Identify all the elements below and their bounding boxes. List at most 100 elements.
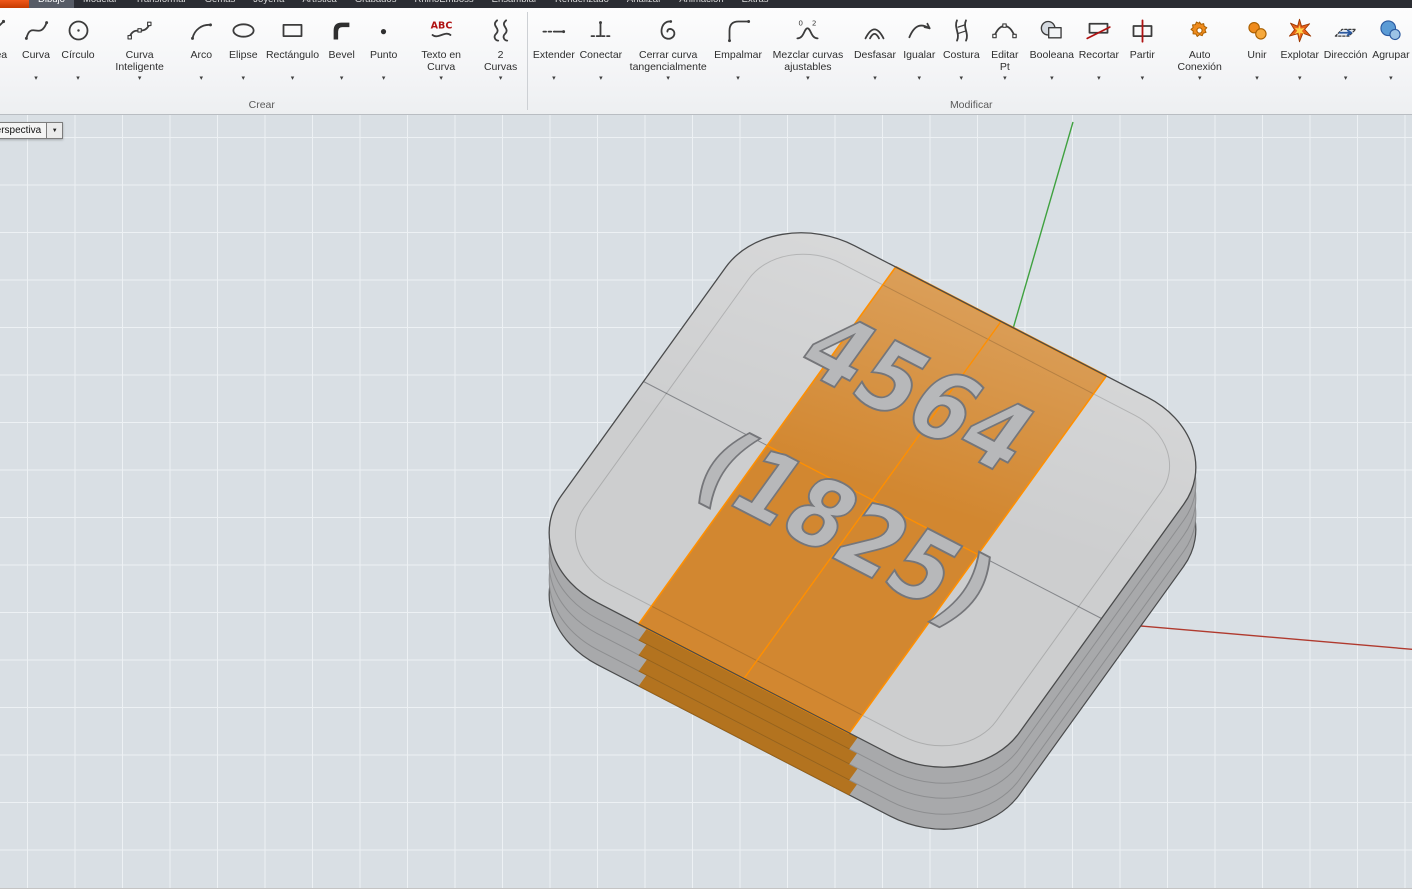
tool-recortar[interactable]: Recortar ▾ (1076, 11, 1121, 85)
chevron-down-icon[interactable]: ▾ (1255, 74, 1259, 85)
chevron-down-icon[interactable]: ▾ (1141, 74, 1145, 85)
menu-tab-ensamblar[interactable]: Ensamblar (483, 0, 546, 8)
tool-elipse[interactable]: Elipse ▾ (222, 11, 264, 85)
tool-texto-en-curva[interactable]: ABC Texto en Curva ▾ (405, 11, 478, 85)
chevron-down-icon[interactable]: ▾ (552, 74, 556, 85)
chevron-down-icon[interactable]: ▾ (1097, 74, 1101, 85)
chevron-down-icon[interactable]: ▾ (736, 74, 740, 85)
svg-text:ABC: ABC (430, 20, 452, 31)
tool-costura[interactable]: Costura ▾ (940, 11, 982, 85)
chevron-down-icon[interactable]: ▾ (499, 74, 503, 85)
tool-cerrar-curva-tangencialmente[interactable]: Cerrar curva tangencialmente ▾ (625, 11, 712, 85)
text-on-curve-icon: ABC (428, 11, 455, 49)
tool-label: Rectángulo (265, 49, 320, 61)
tool-agrupar[interactable]: Agrupar ▾ (1370, 11, 1412, 85)
tool-curva-inteligente[interactable]: Curva Inteligente ▾ (99, 11, 180, 85)
menu-tab-grabados[interactable]: Grabados (346, 0, 406, 8)
menu-tab-joyeria[interactable]: Joyería (244, 0, 293, 8)
tool-partir[interactable]: Partir ▾ (1121, 11, 1163, 85)
chevron-down-icon[interactable]: ▾ (1344, 74, 1348, 85)
tool-label: Empalmar (714, 49, 762, 61)
boolean-icon (1038, 11, 1065, 49)
tool-punto[interactable]: Punto ▾ (363, 11, 405, 85)
tool-bevel[interactable]: Bevel ▾ (321, 11, 363, 85)
chevron-down-icon[interactable]: ▾ (806, 74, 810, 85)
group-icon (1377, 11, 1404, 49)
tool-empalmar[interactable]: Empalmar ▾ (712, 11, 764, 85)
tool-rectangulo[interactable]: Rectángulo ▾ (264, 11, 320, 85)
tool-extender[interactable]: Extender ▾ (531, 11, 578, 85)
chevron-down-icon[interactable]: ▾ (873, 74, 877, 85)
menu-tab-animacion[interactable]: Animación (670, 0, 732, 8)
chevron-down-icon[interactable]: ▾ (1003, 74, 1007, 85)
viewport-title[interactable]: Perspectiva (0, 122, 48, 139)
tool-editar-pt[interactable]: Editar Pt ▾ (982, 11, 1027, 85)
tool-direccion[interactable]: Dirección ▾ (1321, 11, 1369, 85)
app-logo-tab[interactable] (0, 0, 29, 8)
chevron-down-icon[interactable]: ▾ (1298, 74, 1302, 85)
menu-bar: DibujoModelarTransformarGemasJoyeríaArtí… (0, 0, 1412, 8)
tool-label: Texto en Curva (421, 49, 462, 73)
chevron-down-icon[interactable]: ▾ (382, 74, 386, 85)
menu-tab-modelar[interactable]: Modelar (74, 0, 126, 8)
tool-label: Costura (942, 49, 980, 61)
tool-mezclar-curvas-ajustables[interactable]: 0 2 Mezclar curvas ajustables ▾ (764, 11, 851, 85)
chevron-down-icon[interactable]: ▾ (34, 74, 38, 85)
menu-tab-extras[interactable]: Extras (733, 0, 778, 8)
chevron-down-icon[interactable]: ▾ (918, 74, 922, 85)
chevron-down-icon[interactable]: ▾ (1050, 74, 1054, 85)
tool-explotar[interactable]: Explotar ▾ (1278, 11, 1321, 85)
tool-label: Explotar (1280, 49, 1319, 61)
blend-icon: 02 (794, 11, 821, 49)
chevron-down-icon[interactable]: ▾ (666, 74, 670, 85)
close-curve-icon (655, 11, 682, 49)
svg-text:0: 0 (799, 18, 804, 27)
chevron-down-icon[interactable]: ▾ (242, 74, 246, 85)
tool-label: Conectar (579, 49, 623, 61)
menu-tab-artistica[interactable]: Artística (293, 0, 345, 8)
tool-label: Bevel (328, 49, 355, 61)
chevron-down-icon[interactable]: ▾ (291, 74, 295, 85)
tool-label: Extender (532, 49, 575, 61)
tool-label: Arco (190, 49, 213, 61)
tool-linea[interactable]: Línea▾ (0, 11, 15, 85)
chevron-down-icon[interactable]: ▾ (340, 74, 344, 85)
viewport-canvas[interactable]: 4564 (1825) (0, 115, 1412, 888)
two-curves-icon (487, 11, 514, 49)
tool-label: Agrupar (1372, 49, 1410, 61)
menu-tab-gemas[interactable]: Gemas (196, 0, 245, 8)
chevron-down-icon[interactable]: ▾ (138, 74, 142, 85)
chevron-down-icon[interactable]: ▾ (599, 74, 603, 85)
chevron-down-icon[interactable]: ▾ (1198, 74, 1202, 85)
menu-tab-rhinoemboss[interactable]: RhinoEmboss (405, 0, 482, 8)
tool-igualar[interactable]: Igualar ▾ (898, 11, 940, 85)
tool-curva[interactable]: Curva ▾ (15, 11, 57, 85)
viewport-title-dropdown[interactable]: ▼ (47, 122, 64, 139)
tool-label: Auto Conexión (1177, 49, 1222, 73)
tool-unir[interactable]: Unir ▾ (1236, 11, 1278, 85)
chevron-down-icon[interactable]: ▾ (76, 74, 80, 85)
tool-auto-conexion[interactable]: Auto Conexión ▾ (1163, 11, 1236, 85)
seam-icon (948, 11, 975, 49)
chevron-down-icon[interactable]: ▾ (960, 74, 964, 85)
tool-label: Círculo (61, 49, 95, 61)
tool-booleana[interactable]: Booleana ▾ (1027, 11, 1076, 85)
bevel-icon (328, 11, 355, 49)
tool-label: Elipse (228, 49, 258, 61)
menu-tab-analizar[interactable]: Analizar (618, 0, 670, 8)
chevron-down-icon[interactable]: ▾ (200, 74, 204, 85)
menu-tab-dibujo[interactable]: Dibujo (29, 0, 74, 8)
tool-desfasar[interactable]: Desfasar ▾ (852, 11, 899, 85)
trim-icon (1085, 11, 1112, 49)
chevron-down-icon[interactable]: ▾ (1389, 74, 1393, 85)
tool-label: Curva Inteligente (115, 49, 164, 73)
chevron-down-icon[interactable]: ▾ (439, 74, 443, 85)
tool-2-curvas[interactable]: 2 Curvas ▾ (478, 11, 524, 85)
tool-label: 2 Curvas (483, 49, 518, 73)
tool-conectar[interactable]: Conectar ▾ (577, 11, 624, 85)
line-icon (0, 11, 8, 49)
menu-tab-transformar[interactable]: Transformar (126, 0, 195, 8)
tool-circulo[interactable]: Círculo ▾ (57, 11, 99, 85)
tool-arco[interactable]: Arco ▾ (180, 11, 222, 85)
menu-tab-renderizado[interactable]: Renderizado (546, 0, 618, 8)
